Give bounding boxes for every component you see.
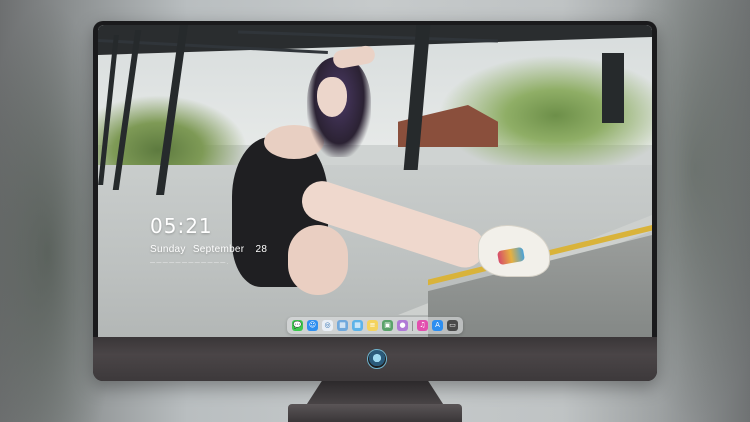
music-icon[interactable]: ♫	[417, 320, 428, 331]
appstore-icon[interactable]: A	[432, 320, 443, 331]
dock: 💬 ☺ ◎ ▦ ▦ ≡ ▣ ● ♫ A ▭	[287, 317, 463, 334]
clock-date: Sunday September 28	[150, 244, 300, 255]
camera-icon[interactable]: ▭	[447, 320, 458, 331]
clock-time: 05:21	[150, 214, 213, 238]
monitor: 05:21 Sunday September 28 — — — — — — — …	[93, 21, 657, 381]
wallpaper-person	[317, 77, 347, 117]
desktop-screen: 05:21 Sunday September 28 — — — — — — — …	[98, 25, 652, 337]
clock-quote: — — — — — — — — — — — — .	[150, 260, 229, 266]
monitor-stand-base	[288, 404, 462, 422]
launchpad-icon[interactable]: ▦	[352, 320, 363, 331]
clock-day: 28	[255, 244, 268, 255]
monitor-chin	[93, 337, 657, 381]
clock-month: September	[192, 244, 245, 255]
notes-icon[interactable]: ≡	[367, 320, 378, 331]
monitor-logo-icon	[367, 349, 387, 369]
clock-weekday: Sunday	[150, 244, 186, 255]
messages-icon[interactable]: 💬	[292, 320, 303, 331]
safari-icon[interactable]: ◎	[322, 320, 333, 331]
page: 05:21 Sunday September 28 — — — — — — — …	[0, 0, 750, 422]
photos-icon[interactable]: ▣	[382, 320, 393, 331]
lock-clock: 05:21 Sunday September 28 — — — — — — — …	[150, 214, 300, 266]
finder-icon[interactable]: ☺	[307, 320, 318, 331]
preview-icon[interactable]: ▦	[337, 320, 348, 331]
dock-separator	[412, 320, 413, 331]
contacts-icon[interactable]: ●	[397, 320, 408, 331]
wallpaper-pillar	[602, 53, 624, 123]
